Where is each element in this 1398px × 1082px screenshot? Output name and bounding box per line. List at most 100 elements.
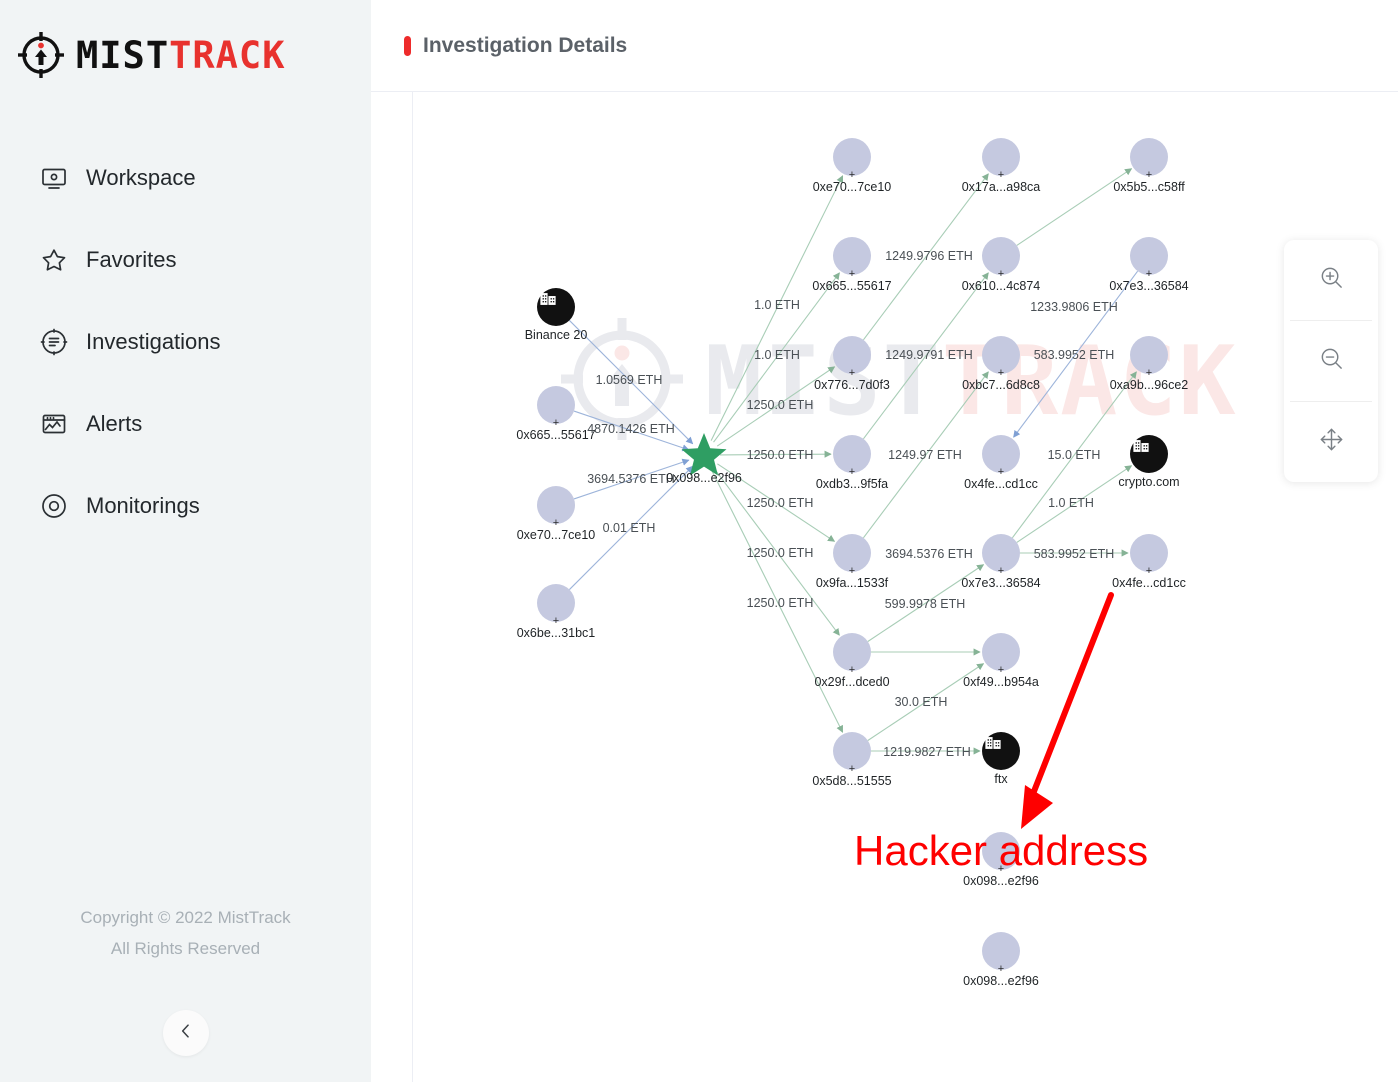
star-icon <box>40 246 68 274</box>
edge-amount-label: 1.0 ETH <box>1048 496 1094 510</box>
expand-plus-icon[interactable]: + <box>998 269 1004 280</box>
fund-flow-graph[interactable]: Binance 20 +0x665...55617 +0xe70...7ce10 +0… <box>371 92 1398 1082</box>
node-label: crypto.com <box>1118 475 1180 489</box>
magnifier-minus-icon <box>1318 345 1345 377</box>
sidebar-item-workspace[interactable]: Workspace <box>0 152 371 204</box>
edge-amount-label: 4870.1426 ETH <box>587 422 675 436</box>
edge-amount-label: 1249.9796 ETH <box>885 249 973 263</box>
chart-window-icon <box>40 410 68 438</box>
sidebar-item-label: Favorites <box>86 247 177 272</box>
expand-plus-icon[interactable]: + <box>849 665 855 676</box>
sidebar-collapse-button[interactable] <box>162 1010 209 1056</box>
expand-plus-icon[interactable]: + <box>1146 566 1152 577</box>
expand-plus-icon[interactable]: + <box>553 418 559 429</box>
magnifier-plus-icon <box>1318 264 1345 296</box>
graph-canvas[interactable]: MISTTRACK Binance 20 +0x665...55617 + 0x… <box>371 92 1398 1082</box>
brand-mist: MIST <box>76 33 170 77</box>
monitor-icon <box>40 164 68 192</box>
sidebar-item-label: Workspace <box>86 165 196 190</box>
node-label: 0x4fe...cd1cc <box>964 477 1038 491</box>
edge-amount-label: 3694.5376 ETH <box>885 547 973 561</box>
edge-amount-label: 3694.5376 ETH <box>587 472 675 486</box>
edge-amount-label: 1.0 ETH <box>754 348 800 362</box>
sidebar-item-label: Investigations <box>86 329 221 354</box>
node-label: 0x098...e2f96 <box>963 974 1039 988</box>
node-label: 0x776...7d0f3 <box>814 378 890 392</box>
expand-plus-icon[interactable]: + <box>1146 269 1152 280</box>
expand-plus-icon[interactable]: + <box>849 764 855 775</box>
pan-button[interactable] <box>1284 402 1378 482</box>
app-root: MISTTRACK Workspace Favorites Investigat… <box>0 0 1398 1082</box>
copyright-line: Copyright © 2022 MistTrack <box>80 908 291 927</box>
expand-plus-icon[interactable]: + <box>998 665 1004 676</box>
node-label: 0x5d8...51555 <box>812 774 892 788</box>
zoom-out-button[interactable] <box>1284 321 1378 401</box>
sidebar: MISTTRACK Workspace Favorites Investigat… <box>0 0 371 1082</box>
expand-plus-icon[interactable]: + <box>998 467 1004 478</box>
brand-text: MISTTRACK <box>76 34 286 77</box>
edge-amount-label: 1.0569 ETH <box>595 373 663 387</box>
node-label: 0x7e3...36584 <box>1109 279 1189 293</box>
expand-plus-icon[interactable]: + <box>849 566 855 577</box>
zoom-in-button[interactable] <box>1284 240 1378 320</box>
expand-plus-icon[interactable]: + <box>553 616 559 627</box>
edge-amount-label: 583.9952 ETH <box>1033 547 1115 561</box>
expand-plus-icon[interactable]: + <box>998 170 1004 181</box>
node-label: 0xe70...7ce10 <box>516 528 596 542</box>
edge-amount-label: 583.9952 ETH <box>1033 348 1115 362</box>
expand-plus-icon[interactable]: + <box>998 566 1004 577</box>
sidebar-item-investigations[interactable]: Investigations <box>0 316 371 368</box>
node-label: 0x665...55617 <box>516 428 596 442</box>
node-label: 0xa9b...96ce2 <box>1109 378 1189 392</box>
node-label: 0xdb3...9f5fa <box>815 477 889 491</box>
expand-plus-icon[interactable]: + <box>849 368 855 379</box>
brand-track: TRACK <box>169 33 286 77</box>
sidebar-item-alerts[interactable]: Alerts <box>0 398 371 450</box>
node-label: 0x29f...dced0 <box>814 675 890 689</box>
crosshair-person-icon <box>16 30 66 80</box>
node-label: 0x9fa...1533f <box>815 576 889 590</box>
expand-plus-icon[interactable]: + <box>998 964 1004 975</box>
expand-plus-icon[interactable]: + <box>553 518 559 529</box>
sidebar-nav: Workspace Favorites Investigations Alert… <box>0 152 371 532</box>
title-accent-bar <box>404 35 411 56</box>
edge-amount-label: 1.0 ETH <box>754 298 800 312</box>
node-label: 0xf49...b954a <box>963 675 1039 689</box>
node-label: 0x665...55617 <box>812 279 892 293</box>
expand-plus-icon[interactable]: + <box>849 170 855 181</box>
node-label: 0x7e3...36584 <box>961 576 1041 590</box>
expand-plus-icon[interactable]: + <box>1146 368 1152 379</box>
expand-plus-icon[interactable]: + <box>998 368 1004 379</box>
node-label: 0x610...4c874 <box>961 279 1041 293</box>
chevron-left-icon <box>176 1021 196 1046</box>
edge-amount-label: 1249.9791 ETH <box>885 348 973 362</box>
rights-line: All Rights Reserved <box>110 939 261 958</box>
main-content: Investigation Details MISTTRACK Binance … <box>371 0 1398 1082</box>
brand-logo[interactable]: MISTTRACK <box>0 0 371 80</box>
sidebar-item-label: Monitorings <box>86 493 200 518</box>
edge-amount-label: 1249.97 ETH <box>888 448 962 462</box>
edge-amount-label: 1233.9806 ETH <box>1030 300 1118 314</box>
edge-amount-label: 0.01 ETH <box>602 521 656 535</box>
target-circle-icon <box>40 492 68 520</box>
node-label: 0x6be...31bc1 <box>516 626 596 640</box>
move-arrows-icon <box>1318 426 1345 458</box>
edge-amount-label: 1219.9827 ETH <box>883 745 971 759</box>
center-node-label: 0x098...e2f96 <box>666 471 742 485</box>
node-label: 0xbc7...6d8c8 <box>962 378 1040 392</box>
node-label: 0x098...e2f96 <box>963 874 1039 888</box>
edge-amount-label: 1250.0 ETH <box>746 546 814 560</box>
edge-amount-label: 1250.0 ETH <box>746 448 814 462</box>
sidebar-item-monitorings[interactable]: Monitorings <box>0 480 371 532</box>
expand-plus-icon[interactable]: + <box>849 269 855 280</box>
annotation-label: Hacker address <box>854 827 1149 874</box>
node-label: 0x4fe...cd1cc <box>1112 576 1186 590</box>
sidebar-footer: Copyright © 2022 MistTrack All Rights Re… <box>0 902 371 964</box>
sidebar-item-favorites[interactable]: Favorites <box>0 234 371 286</box>
expand-plus-icon[interactable]: + <box>1146 170 1152 181</box>
page-header: Investigation Details <box>371 0 1398 92</box>
expand-plus-icon[interactable]: + <box>849 467 855 478</box>
edge-amount-label: 15.0 ETH <box>1047 448 1101 462</box>
edge-amount-label: 30.0 ETH <box>894 695 948 709</box>
edge-amount-label: 599.9978 ETH <box>884 597 966 611</box>
